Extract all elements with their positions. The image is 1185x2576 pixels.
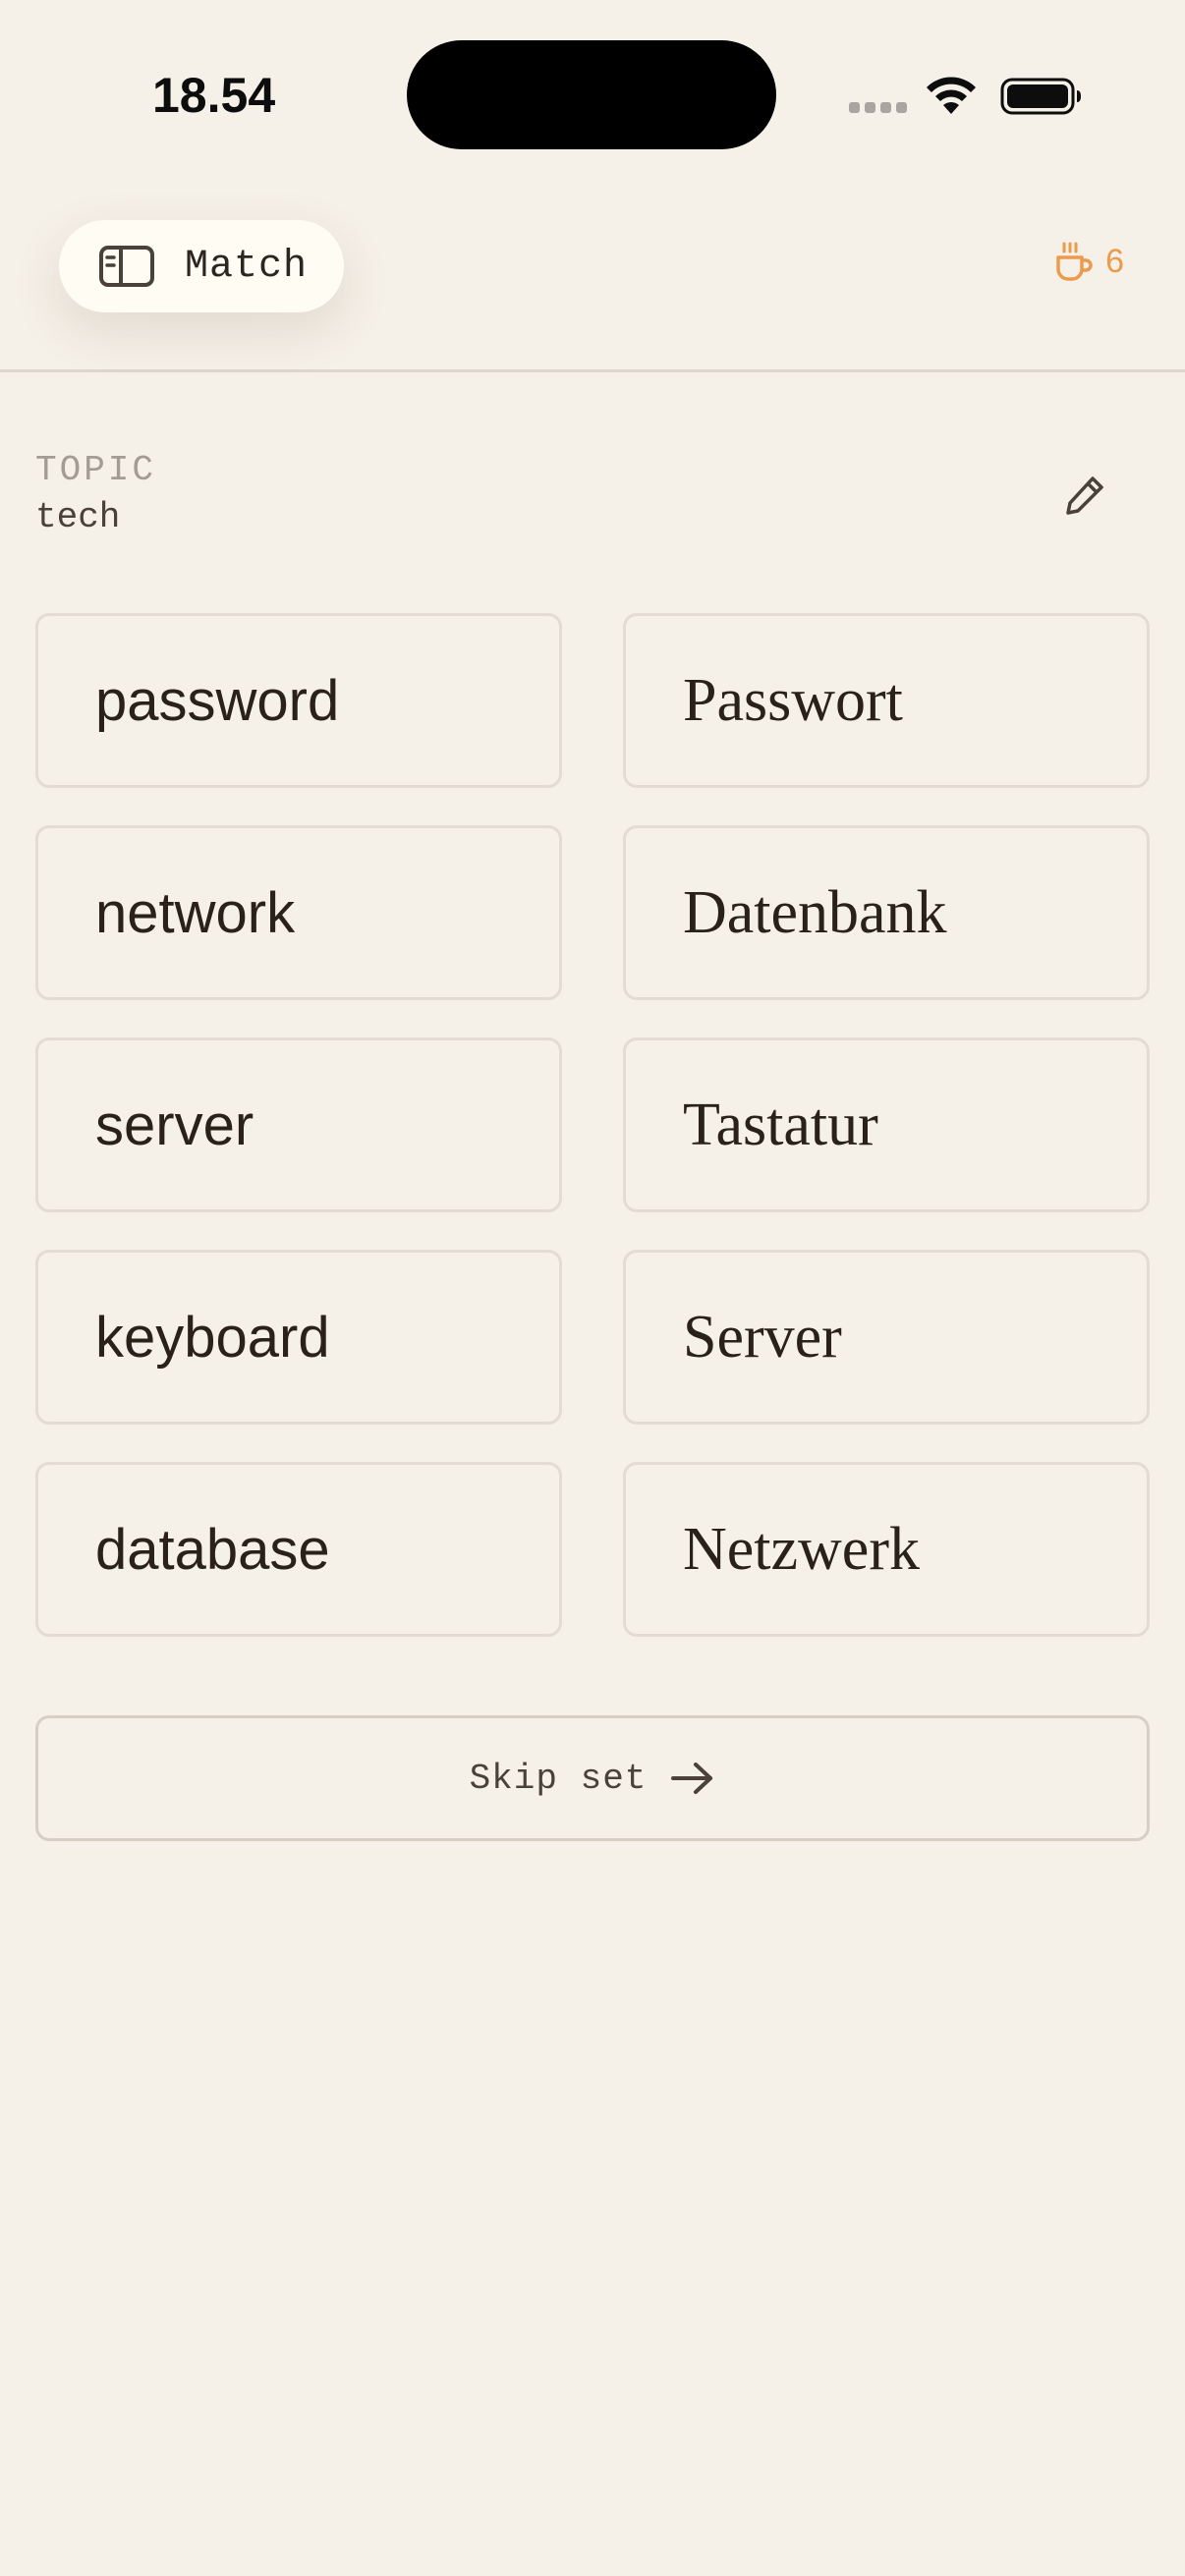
- arrow-right-icon: [671, 1763, 713, 1794]
- mode-label: Match: [185, 244, 309, 289]
- sidebar-icon: [99, 246, 154, 287]
- english-word: server: [95, 1092, 254, 1157]
- cellular-signal-icon: [849, 102, 907, 113]
- status-bar: 18.54: [0, 0, 1185, 196]
- english-word: database: [95, 1517, 330, 1582]
- german-word: Datenbank: [683, 878, 947, 946]
- english-word-card[interactable]: network: [35, 825, 562, 1000]
- english-word-card[interactable]: password: [35, 613, 562, 788]
- pencil-icon: [1066, 476, 1103, 515]
- mode-menu-button[interactable]: Match: [59, 220, 344, 312]
- dynamic-island: [407, 40, 776, 149]
- app-header: Match 6: [0, 196, 1185, 372]
- streak-count: 6: [1105, 242, 1124, 280]
- coffee-cup-icon: [1056, 242, 1093, 281]
- wifi-icon: [927, 77, 976, 114]
- german-word-card[interactable]: Tastatur: [623, 1037, 1150, 1212]
- topic-value: tech: [35, 497, 121, 537]
- battery-icon: [1000, 78, 1081, 115]
- german-word: Tastatur: [683, 1091, 878, 1158]
- english-word: password: [95, 668, 340, 733]
- edit-topic-button[interactable]: [1059, 470, 1110, 521]
- english-word-card[interactable]: keyboard: [35, 1250, 562, 1425]
- status-time: 18.54: [152, 68, 276, 123]
- english-word-card[interactable]: server: [35, 1037, 562, 1212]
- german-word: Passwort: [683, 666, 903, 734]
- topic-label: TOPIC: [35, 450, 157, 490]
- skip-set-label: Skip set: [469, 1758, 648, 1799]
- english-word-card[interactable]: database: [35, 1462, 562, 1637]
- german-word-card[interactable]: Datenbank: [623, 825, 1150, 1000]
- skip-set-button[interactable]: Skip set: [35, 1715, 1150, 1841]
- german-word: Server: [683, 1303, 842, 1371]
- english-word: keyboard: [95, 1305, 330, 1370]
- german-word-card[interactable]: Netzwerk: [623, 1462, 1150, 1637]
- german-word: Netzwerk: [683, 1515, 920, 1583]
- streak-counter[interactable]: 6: [1054, 240, 1124, 283]
- german-word-card[interactable]: Server: [623, 1250, 1150, 1425]
- german-word-card[interactable]: Passwort: [623, 613, 1150, 788]
- english-word: network: [95, 880, 296, 945]
